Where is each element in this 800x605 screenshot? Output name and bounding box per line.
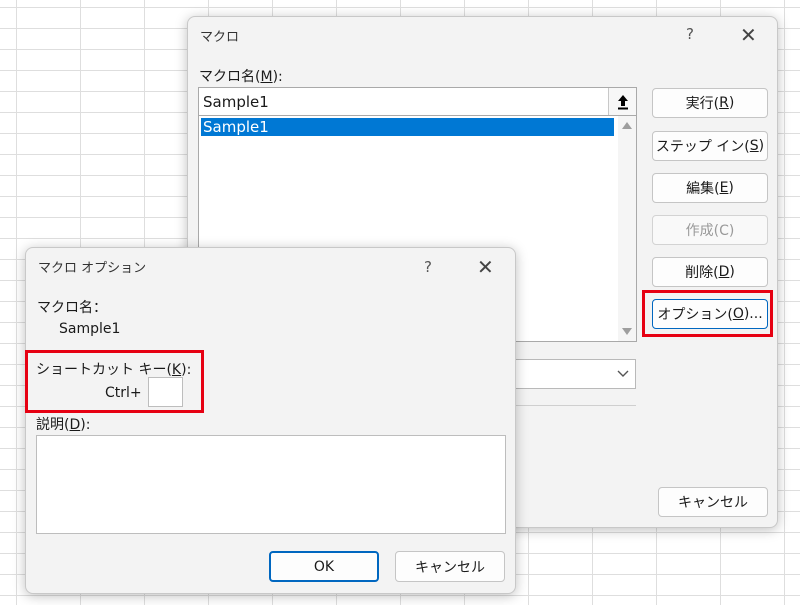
macro-options-dialog: マクロ オプション ? ✕ マクロ名： Sample1 ショートカット キー(K… — [25, 247, 516, 594]
macros-in-dropdown[interactable] — [514, 359, 636, 389]
ok-button[interactable]: OK — [269, 551, 379, 582]
edit-button[interactable]: 編集(E) — [652, 173, 768, 203]
shortcut-highlight — [25, 350, 204, 413]
chevron-down-icon — [617, 370, 629, 377]
macro-cancel-button[interactable]: キャンセル — [658, 487, 768, 517]
options-highlight — [642, 290, 773, 337]
options-macro-name-label: マクロ名： — [37, 300, 107, 316]
close-icon[interactable]: ✕ — [740, 25, 757, 45]
step-in-button[interactable]: ステップ イン(S) — [652, 131, 768, 161]
macro-name-label: マクロ名(M): — [199, 69, 283, 85]
macro-dialog-title: マクロ — [200, 30, 240, 45]
description-input[interactable] — [36, 435, 506, 534]
macro-name-input[interactable]: Sample1 — [198, 87, 637, 116]
upload-icon[interactable] — [608, 88, 636, 115]
macro-name-value: Sample1 — [203, 93, 269, 111]
description-label: 説明(D): — [36, 417, 91, 433]
scrollbar[interactable] — [618, 116, 636, 341]
delete-button[interactable]: 削除(D) — [652, 257, 768, 287]
scroll-down-icon[interactable] — [622, 328, 632, 335]
divider — [514, 405, 636, 406]
list-item[interactable]: Sample1 — [201, 118, 614, 136]
options-close-icon[interactable]: ✕ — [477, 257, 494, 277]
run-button[interactable]: 実行(R) — [652, 88, 768, 118]
scroll-up-icon[interactable] — [622, 122, 632, 129]
help-button[interactable]: ? — [686, 25, 694, 43]
options-macro-name-value: Sample1 — [59, 321, 121, 337]
options-help-button[interactable]: ? — [424, 258, 432, 276]
create-button[interactable]: 作成(C) — [652, 215, 768, 245]
options-cancel-button[interactable]: キャンセル — [395, 551, 505, 582]
options-dialog-title: マクロ オプション — [38, 261, 147, 276]
